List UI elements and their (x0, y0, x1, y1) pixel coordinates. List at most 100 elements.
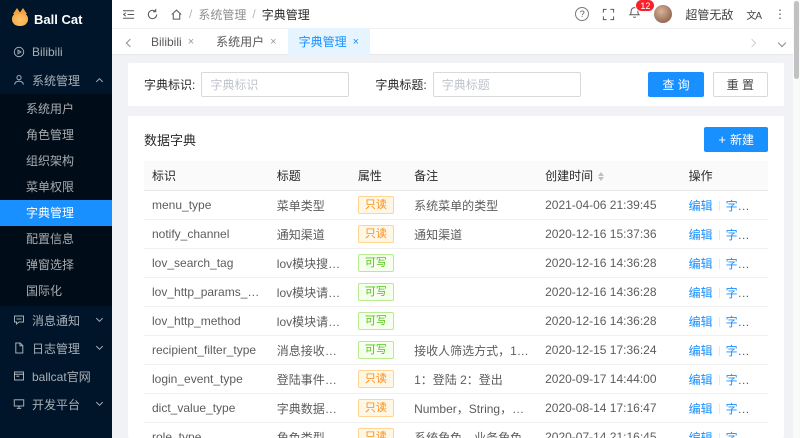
cell-dict-code: menu_type (144, 190, 269, 220)
sidebar-item[interactable]: Bilibili (0, 38, 112, 66)
page-scrollbar[interactable] (793, 0, 800, 438)
column-header[interactable]: 创建时间 (537, 161, 681, 191)
app-logo[interactable]: Ball Cat (0, 0, 112, 38)
attr-tag-writable: 可写 (357, 254, 394, 272)
attr-tag-readonly: 只读 (357, 428, 394, 438)
tab-label: 系统用户 (216, 35, 265, 49)
edit-link[interactable]: 编辑 (689, 199, 713, 213)
cell-attr: 只读 (349, 393, 407, 423)
action-divider (718, 404, 720, 415)
sidebar-subitem[interactable]: 国际化 (0, 278, 112, 304)
action-divider (718, 375, 720, 386)
column-header: 备注 (406, 161, 538, 191)
cell-dict-title: lov模块请求参数位置 (268, 277, 350, 307)
edit-link[interactable]: 编辑 (689, 257, 713, 271)
notification-badge: 12 (635, 0, 656, 12)
cell-remark (406, 306, 538, 336)
cell-dict-code: lov_http_params_position (144, 277, 269, 307)
reset-button[interactable]: 重 置 (712, 72, 768, 97)
tabs-menu-icon[interactable] (774, 35, 790, 49)
dict-items-link[interactable]: 字典项 (726, 286, 762, 300)
search-button[interactable]: 查 询 (648, 72, 704, 97)
cell-dict-title: 通知渠道 (268, 219, 350, 249)
scrollbar-thumb[interactable] (794, 1, 799, 79)
sidebar-item[interactable]: ballcat官网 (0, 362, 112, 390)
dict-items-link[interactable]: 字典项 (726, 257, 762, 271)
sidebar-subitem[interactable]: 字典管理 (0, 200, 112, 226)
breadcrumb-item[interactable]: 系统管理 (198, 6, 246, 23)
sidebar-subitem[interactable]: 菜单权限 (0, 174, 112, 200)
tab-close-icon[interactable]: × (353, 36, 359, 48)
table-row: menu_type 菜单类型 只读 系统菜单的类型 2021-04-06 21:39:4… (144, 190, 768, 220)
create-button[interactable]: + 新建 (704, 127, 768, 152)
cell-created-time: 2020-12-16 14:36:28 (537, 277, 681, 307)
sidebar-item-label: 系统管理 (32, 73, 81, 88)
dict-items-link[interactable]: 字典项 (726, 373, 762, 387)
dict-items-link[interactable]: 字典项 (726, 402, 762, 416)
column-header: 属性 (349, 161, 407, 191)
username[interactable]: 超管无敌 (685, 6, 733, 23)
dict-items-link[interactable]: 字典项 (726, 315, 762, 329)
sidebar-item[interactable]: 开发平台 (0, 390, 112, 418)
page-tab[interactable]: Bilibili × (140, 28, 205, 55)
tabs-scroll-right-icon[interactable] (744, 35, 760, 49)
cell-actions: 编辑字典项删除 (680, 248, 768, 278)
tab-close-icon[interactable]: × (270, 36, 276, 48)
user-avatar[interactable] (654, 5, 673, 23)
dict-items-link[interactable]: 字典项 (726, 199, 762, 213)
edit-link[interactable]: 编辑 (689, 402, 713, 416)
menu-fold-icon[interactable] (122, 8, 135, 21)
top-header: / 系统管理 / 字典管理 ? 12 超管无敌 文A ⋮ (112, 0, 800, 28)
cell-dict-code: login_event_type (144, 364, 269, 394)
sidebar-item[interactable]: 系统管理 (0, 66, 112, 94)
dict-items-link[interactable]: 字典项 (726, 228, 762, 242)
action-divider (718, 259, 720, 270)
sidebar-subitem[interactable]: 配置信息 (0, 226, 112, 252)
action-divider (718, 346, 720, 357)
sidebar-item[interactable]: 消息通知 (0, 306, 112, 334)
table-row: lov_http_methodlov模块请求方式可写 2020-12-16 14:… (144, 306, 768, 336)
ballcat-cat-icon (12, 8, 28, 26)
cell-dict-title: lov模块请求方式 (268, 306, 350, 336)
edit-link[interactable]: 编辑 (689, 315, 713, 329)
fullscreen-icon[interactable] (602, 8, 615, 21)
cell-actions: 编辑字典项删除 (680, 190, 768, 220)
user-icon (13, 74, 25, 86)
cell-created-time: 2020-12-15 17:36:24 (537, 335, 681, 365)
message-icon (13, 314, 25, 326)
sidebar-subitem[interactable]: 系统用户 (0, 96, 112, 122)
page-tab[interactable]: 字典管理 × (287, 28, 371, 55)
edit-link[interactable]: 编辑 (689, 431, 713, 438)
home-icon[interactable] (170, 8, 183, 21)
more-options-icon[interactable]: ⋮ (774, 7, 786, 21)
sidebar-subitem[interactable]: 组织架构 (0, 148, 112, 174)
cell-remark: 系统菜单的类型 (406, 190, 538, 220)
tabs-scroll-left-icon[interactable] (122, 35, 138, 49)
reload-icon[interactable] (146, 8, 159, 21)
cell-actions: 编辑字典项删除 (680, 277, 768, 307)
edit-link[interactable]: 编辑 (689, 228, 713, 242)
dict-items-link[interactable]: 字典项 (726, 344, 762, 358)
cell-remark: 接收人筛选方式，1：全部 2：用户角色 3... (406, 335, 538, 365)
cell-created-time: 2020-09-17 14:44:00 (537, 364, 681, 394)
edit-link[interactable]: 编辑 (689, 373, 713, 387)
notifications-button[interactable]: 12 (628, 0, 656, 22)
action-divider (718, 317, 720, 328)
help-icon[interactable]: ? (575, 7, 590, 21)
cell-dict-code: dict_value_type (144, 393, 269, 423)
sidebar-item[interactable]: 日志管理 (0, 334, 112, 362)
cell-actions: 编辑字典项删除 (680, 335, 768, 365)
sort-icon[interactable] (598, 172, 605, 182)
language-switch-icon[interactable]: 文A (746, 7, 762, 22)
page-tab[interactable]: 系统用户 × (205, 28, 287, 55)
edit-link[interactable]: 编辑 (689, 286, 713, 300)
sidebar-subitem[interactable]: 角色管理 (0, 122, 112, 148)
sidebar-subitem[interactable]: 弹窗选择 (0, 252, 112, 278)
cell-remark: Number，String，Boolean (406, 393, 538, 423)
action-divider (718, 230, 720, 241)
edit-link[interactable]: 编辑 (689, 344, 713, 358)
dict-title-input[interactable] (432, 72, 581, 97)
dict-items-link[interactable]: 字典项 (726, 431, 762, 438)
dict-code-input[interactable] (201, 72, 350, 97)
tab-close-icon[interactable]: × (188, 36, 194, 48)
